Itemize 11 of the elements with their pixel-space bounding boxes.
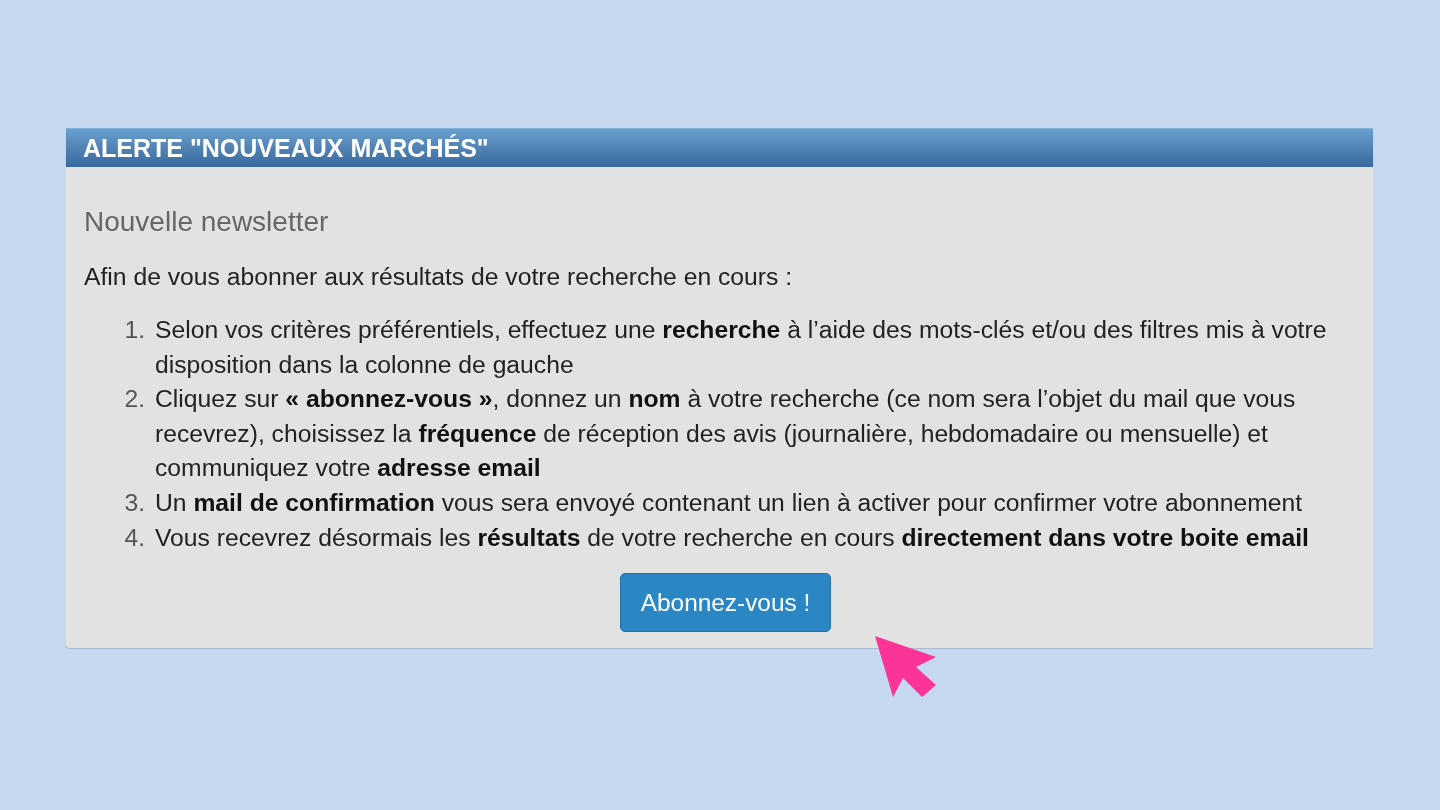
list-number: 1.: [123, 315, 145, 345]
cursor-arrow-icon: [875, 636, 936, 697]
panel-title: ALERTE "NOUVEAUX MARCHÉS": [83, 134, 489, 162]
list-number: 2.: [123, 384, 145, 415]
step-text: Vous recevrez désormais les résultats de votre recherche en cours directement dans votre boite email: [155, 522, 1310, 553]
subscribe-button[interactable]: Abonnez-vous !: [619, 573, 832, 633]
intro-text: Afin de vous abonner aux résultats de votre recherche en cours :: [84, 263, 793, 290]
newsletter-heading: Nouvelle newsletter: [84, 206, 329, 237]
list-number: 4.: [123, 522, 145, 553]
step-text: Un mail de confirmation vous sera envoyé contenant un lien à activer pour confirmer votre abonnement: [155, 487, 1304, 518]
list-number: 3.: [123, 487, 145, 518]
